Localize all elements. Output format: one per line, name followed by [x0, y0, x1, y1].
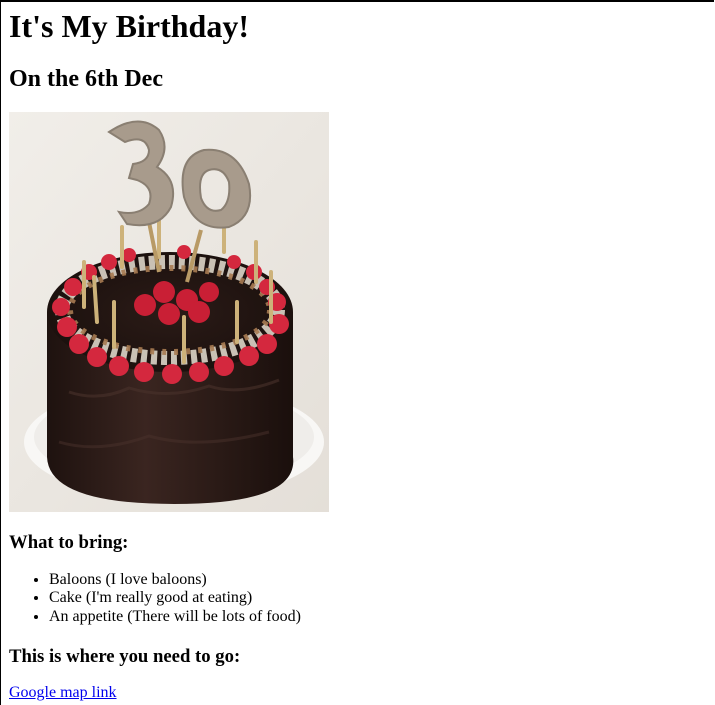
bring-list: Baloons (I love baloons) Cake (I'm reall… [9, 571, 301, 626]
directions-heading: This is where you need to go: [9, 646, 241, 667]
birthday-cake-image [9, 112, 329, 512]
list-item: Cake (I'm really good at eating) [49, 589, 301, 607]
page-title: It's My Birthday! [9, 8, 249, 44]
date-heading: On the 6th Dec [9, 66, 163, 92]
bring-heading: What to bring: [9, 532, 129, 553]
google-map-link[interactable]: Google map link [9, 684, 117, 702]
list-item: Baloons (I love baloons) [49, 571, 301, 589]
list-item: An appetite (There will be lots of food) [49, 608, 301, 626]
